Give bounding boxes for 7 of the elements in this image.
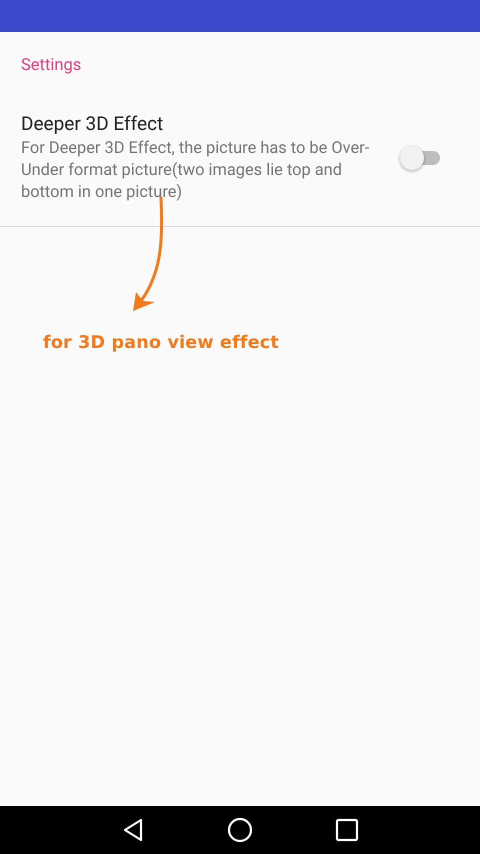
home-icon[interactable] — [227, 817, 253, 843]
back-icon[interactable] — [121, 818, 145, 842]
preference-title: Deeper 3D Effect — [21, 112, 164, 136]
recents-icon[interactable] — [335, 818, 359, 842]
annotation-text: for 3D pano view effect — [43, 333, 279, 353]
preference-summary: For Deeper 3D Effect, the picture has to be Over-Under format picture(two images lie top and bottom in one picture) — [21, 138, 370, 204]
section-header: Settings — [20, 55, 82, 77]
